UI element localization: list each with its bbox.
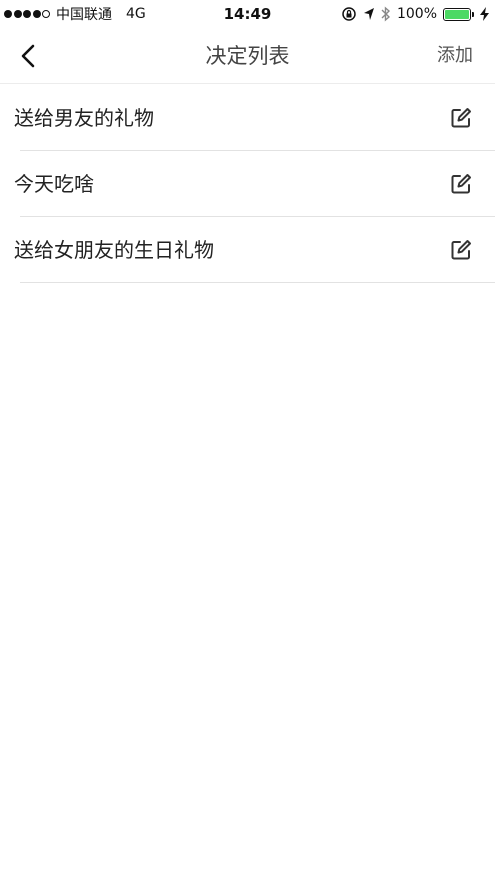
status-right: 100%: [341, 0, 489, 28]
app-screen: 中国联通 4G 14:49 100% 决定列表 添加 送给男友的礼物 今天吃啥 …: [0, 0, 495, 881]
list-item[interactable]: 送给女朋友的生日礼物: [0, 217, 495, 283]
battery-percent: 100%: [396, 6, 437, 22]
edit-icon[interactable]: [449, 106, 473, 130]
add-button[interactable]: 添加: [437, 28, 473, 84]
list-item[interactable]: 送给男友的礼物: [0, 85, 495, 151]
list-item-label: 送给女朋友的生日礼物: [14, 238, 214, 262]
rotation-lock-icon: [342, 7, 356, 21]
list-item[interactable]: 今天吃啥: [0, 151, 495, 217]
decision-list: 送给男友的礼物 今天吃啥 送给女朋友的生日礼物: [0, 85, 495, 283]
status-bar: 中国联通 4G 14:49 100%: [0, 0, 495, 28]
bluetooth-icon: [381, 6, 390, 22]
list-item-label: 送给男友的礼物: [14, 106, 154, 130]
edit-icon[interactable]: [449, 172, 473, 196]
edit-icon[interactable]: [449, 238, 473, 262]
battery-icon: [443, 7, 474, 21]
nav-bar: 决定列表 添加: [0, 28, 495, 84]
charging-icon: [480, 7, 489, 21]
location-icon: [363, 8, 374, 20]
page-title: 决定列表: [205, 44, 290, 68]
list-item-label: 今天吃啥: [14, 172, 94, 196]
